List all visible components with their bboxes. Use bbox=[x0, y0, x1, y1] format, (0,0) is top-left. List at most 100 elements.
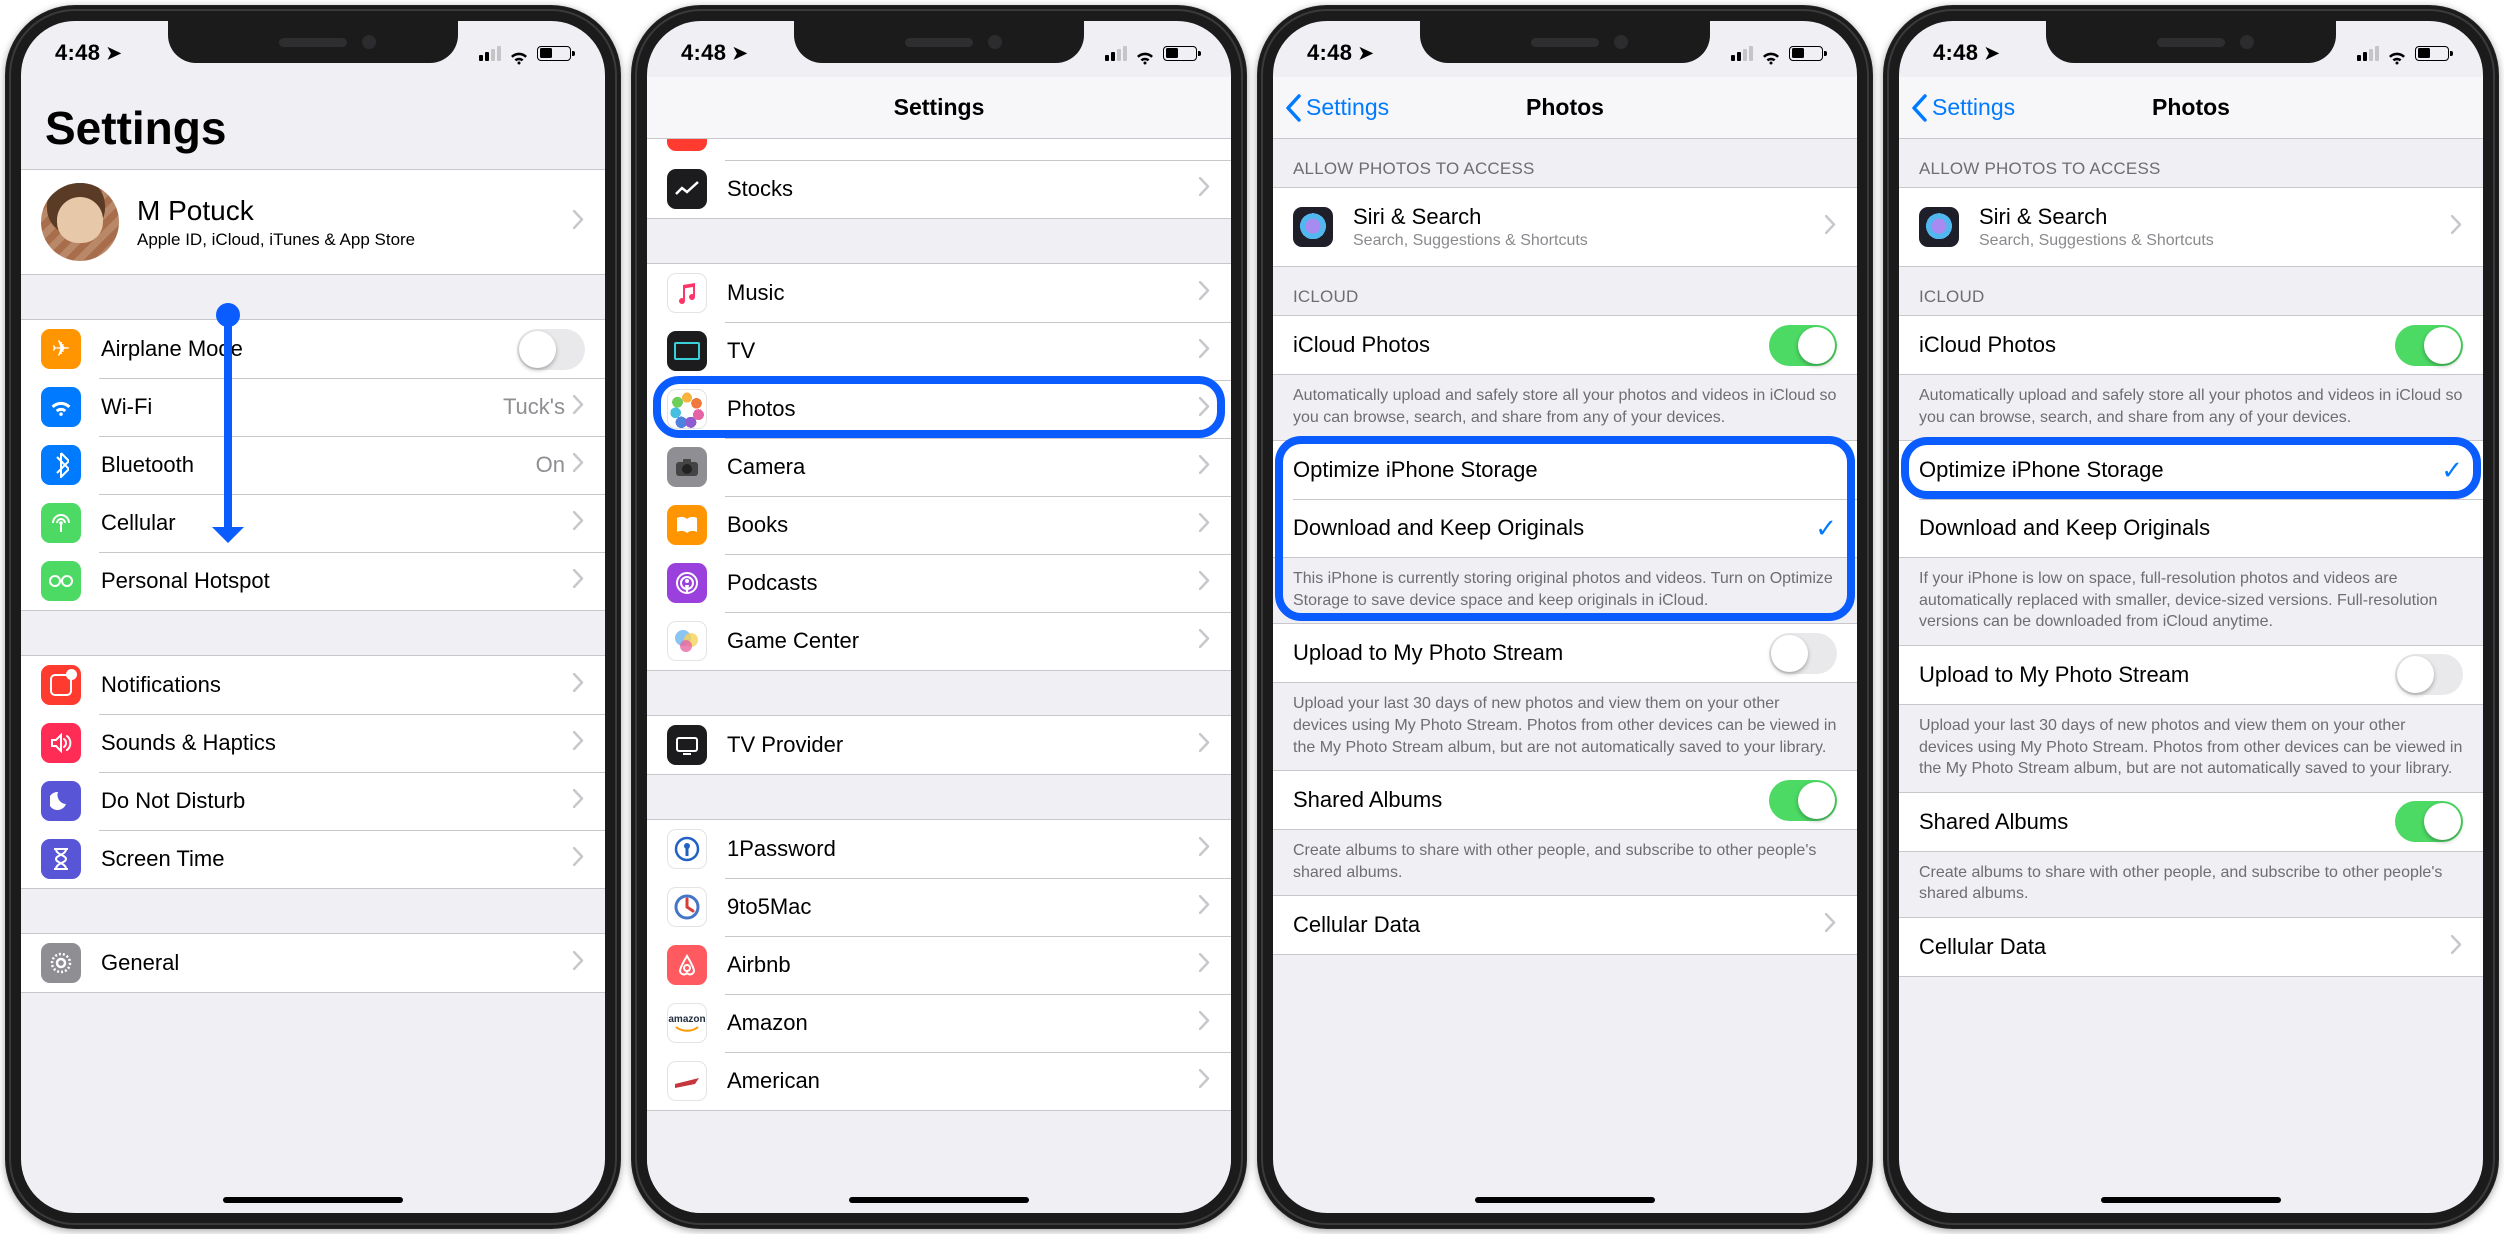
chevron-right-icon bbox=[1199, 1011, 1211, 1035]
icloud-photos-switch[interactable] bbox=[1769, 325, 1837, 366]
cell-detail: On bbox=[536, 452, 565, 478]
cell-label: Bluetooth bbox=[101, 452, 536, 478]
cell-shared-albums[interactable]: Shared Albums bbox=[1899, 793, 2483, 851]
cell-detail: Tuck's bbox=[503, 394, 565, 420]
american-icon bbox=[667, 1061, 707, 1101]
chevron-right-icon bbox=[1199, 571, 1211, 595]
wifi-icon bbox=[1134, 45, 1156, 61]
photostream-switch[interactable] bbox=[1769, 633, 1837, 674]
chevron-right-icon bbox=[2451, 215, 2463, 239]
cell-airbnb[interactable]: Airbnb bbox=[647, 936, 1231, 994]
cell-label: Sounds & Haptics bbox=[101, 730, 573, 756]
chevron-right-icon bbox=[1199, 139, 1211, 143]
check-icon: ✓ bbox=[1815, 513, 1837, 544]
cell-airplane-mode[interactable]: ✈︎ Airplane Mode bbox=[21, 320, 605, 378]
back-label: Settings bbox=[1932, 94, 2015, 121]
home-indicator[interactable] bbox=[2101, 1197, 2281, 1203]
phone-2: 4:48➤ Settings N News Stocks Music bbox=[631, 5, 1247, 1229]
chevron-right-icon bbox=[1199, 513, 1211, 537]
cell-cellular[interactable]: Cellular bbox=[21, 494, 605, 552]
cell-icloud-photos[interactable]: iCloud Photos bbox=[1899, 316, 2483, 374]
nav-title: Photos bbox=[1526, 94, 1604, 121]
chevron-right-icon bbox=[573, 453, 585, 477]
cell-upload-photostream[interactable]: Upload to My Photo Stream bbox=[1273, 624, 1857, 682]
cell-optimize-storage[interactable]: Optimize iPhone Storage ✓ bbox=[1899, 441, 2483, 499]
cell-podcasts[interactable]: Podcasts bbox=[647, 554, 1231, 612]
cell-upload-photostream[interactable]: Upload to My Photo Stream bbox=[1899, 646, 2483, 704]
cell-books[interactable]: Books bbox=[647, 496, 1231, 554]
home-indicator[interactable] bbox=[849, 1197, 1029, 1203]
photos-icon bbox=[667, 389, 707, 429]
cell-label: Upload to My Photo Stream bbox=[1293, 640, 1769, 666]
cell-label: Shared Albums bbox=[1293, 787, 1769, 813]
1password-icon bbox=[667, 829, 707, 869]
siri-title: Siri & Search bbox=[1353, 204, 1825, 230]
cell-bluetooth[interactable]: Bluetooth On bbox=[21, 436, 605, 494]
home-indicator[interactable] bbox=[223, 1197, 403, 1203]
airplane-switch[interactable] bbox=[517, 329, 585, 370]
cell-cellular-data[interactable]: Cellular Data bbox=[1273, 896, 1857, 954]
shared-albums-switch[interactable] bbox=[1769, 780, 1837, 821]
siri-sub: Search, Suggestions & Shortcuts bbox=[1353, 232, 1825, 250]
chevron-right-icon bbox=[1199, 953, 1211, 977]
cell-cellular-data[interactable]: Cellular Data bbox=[1899, 918, 2483, 976]
cell-label: Do Not Disturb bbox=[101, 788, 573, 814]
cell-download-originals[interactable]: Download and Keep Originals ✓ bbox=[1273, 499, 1857, 557]
cell-gamecenter[interactable]: Game Center bbox=[647, 612, 1231, 670]
airbnb-icon bbox=[667, 945, 707, 985]
cell-label: Books bbox=[727, 512, 1199, 538]
profile-cell[interactable]: M Potuck Apple ID, iCloud, iTunes & App … bbox=[21, 170, 605, 274]
profile-name: M Potuck bbox=[137, 195, 573, 227]
icloud-photos-switch[interactable] bbox=[2395, 325, 2463, 366]
cell-general[interactable]: General bbox=[21, 934, 605, 992]
cell-download-originals[interactable]: Download and Keep Originals bbox=[1899, 499, 2483, 557]
cell-stocks[interactable]: Stocks bbox=[647, 160, 1231, 218]
cell-icloud-photos[interactable]: iCloud Photos bbox=[1273, 316, 1857, 374]
cell-sounds[interactable]: Sounds & Haptics bbox=[21, 714, 605, 772]
cell-label: Screen Time bbox=[101, 846, 573, 872]
cell-american[interactable]: American bbox=[647, 1052, 1231, 1110]
9to5mac-icon bbox=[667, 887, 707, 927]
cell-camera[interactable]: Camera bbox=[647, 438, 1231, 496]
cellular-signal-icon bbox=[1731, 46, 1753, 61]
home-indicator[interactable] bbox=[1475, 1197, 1655, 1203]
footer-storage: If your iPhone is low on space, full-res… bbox=[1899, 558, 2483, 645]
cell-shared-albums[interactable]: Shared Albums bbox=[1273, 771, 1857, 829]
cell-notifications[interactable]: Notifications bbox=[21, 656, 605, 714]
back-button[interactable]: Settings bbox=[1285, 94, 1389, 122]
cell-label: Cellular Data bbox=[1919, 934, 2451, 960]
chevron-right-icon bbox=[1199, 455, 1211, 479]
chevron-right-icon bbox=[573, 789, 585, 813]
books-icon bbox=[667, 505, 707, 545]
cell-label: 9to5Mac bbox=[727, 894, 1199, 920]
cell-music[interactable]: Music bbox=[647, 264, 1231, 322]
cell-label: Airplane Mode bbox=[101, 336, 517, 362]
cell-label: Wi-Fi bbox=[101, 394, 503, 420]
shared-albums-switch[interactable] bbox=[2395, 801, 2463, 842]
photostream-switch[interactable] bbox=[2395, 654, 2463, 695]
status-time: 4:48 bbox=[1307, 40, 1352, 66]
cell-siri-search[interactable]: Siri & Search Search, Suggestions & Shor… bbox=[1273, 188, 1857, 266]
notch bbox=[794, 21, 1084, 63]
cell-hotspot[interactable]: Personal Hotspot bbox=[21, 552, 605, 610]
wifi-icon bbox=[508, 45, 530, 61]
cell-optimize-storage[interactable]: Optimize iPhone Storage bbox=[1273, 441, 1857, 499]
navbar: Settings bbox=[647, 77, 1231, 139]
cell-photos[interactable]: Photos bbox=[647, 380, 1231, 438]
cell-tvprovider[interactable]: TV Provider bbox=[647, 716, 1231, 774]
cell-wifi[interactable]: Wi-Fi Tuck's bbox=[21, 378, 605, 436]
chevron-right-icon bbox=[573, 511, 585, 535]
cell-news[interactable]: N News bbox=[647, 139, 1231, 160]
stocks-icon bbox=[667, 169, 707, 209]
wifi-icon bbox=[41, 387, 81, 427]
cell-dnd[interactable]: Do Not Disturb bbox=[21, 772, 605, 830]
cell-9to5mac[interactable]: 9to5Mac bbox=[647, 878, 1231, 936]
cell-screentime[interactable]: Screen Time bbox=[21, 830, 605, 888]
hotspot-icon bbox=[41, 561, 81, 601]
chevron-right-icon bbox=[1199, 629, 1211, 653]
back-button[interactable]: Settings bbox=[1911, 94, 2015, 122]
cell-1password[interactable]: 1Password bbox=[647, 820, 1231, 878]
cell-amazon[interactable]: amazon Amazon bbox=[647, 994, 1231, 1052]
cell-siri-search[interactable]: Siri & Search Search, Suggestions & Shor… bbox=[1899, 188, 2483, 266]
cell-tv[interactable]: TV bbox=[647, 322, 1231, 380]
